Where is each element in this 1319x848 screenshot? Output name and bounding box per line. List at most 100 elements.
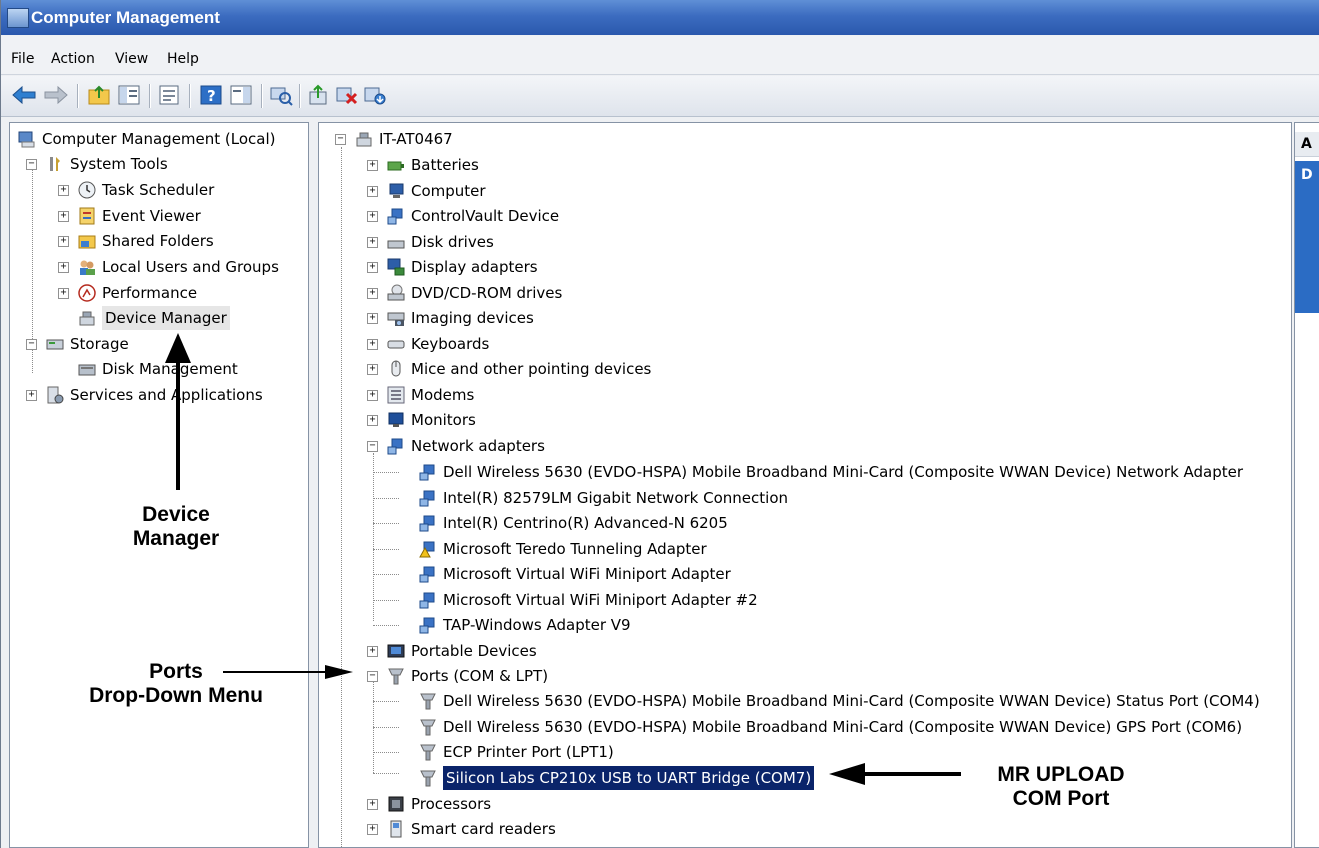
- uninstall-icon[interactable]: [335, 84, 359, 106]
- mr-upload-arrow-line: [863, 772, 961, 776]
- computer-management-icon: [18, 131, 35, 148]
- menu-help[interactable]: Help: [167, 51, 199, 67]
- tree-label: Device Manager: [102, 306, 230, 330]
- keyboard-icon: [387, 340, 405, 349]
- expand-toggle[interactable]: +: [58, 211, 69, 222]
- collapse-toggle[interactable]: −: [26, 339, 37, 350]
- tree-label: Mice and other pointing devices: [411, 360, 652, 378]
- back-icon[interactable]: [11, 84, 37, 106]
- dvd-drive-icon: [387, 284, 405, 301]
- mr-upload-arrowhead: [829, 763, 865, 785]
- tree-label: DVD/CD-ROM drives: [411, 284, 563, 302]
- show-hide-tree-icon[interactable]: [117, 84, 141, 106]
- network-adapter-icon: [419, 566, 435, 583]
- expand-toggle[interactable]: +: [58, 288, 69, 299]
- tree-label: Computer Management (Local): [42, 130, 276, 148]
- device-tree-pane: − IT-AT0467 + Batteries + Computer + Con…: [318, 122, 1292, 848]
- title-bar[interactable]: Computer Management: [1, 0, 1319, 35]
- expand-toggle[interactable]: +: [367, 262, 378, 273]
- tree-label: Modems: [411, 386, 475, 404]
- expand-toggle[interactable]: +: [367, 339, 378, 350]
- expand-toggle[interactable]: +: [367, 824, 378, 835]
- tree-label: Dell Wireless 5630 (EVDO-HSPA) Mobile Br…: [443, 463, 1244, 481]
- collapse-toggle[interactable]: −: [26, 159, 37, 170]
- tree-label: Silicon Labs CP210x USB to UART Bridge (…: [441, 765, 816, 791]
- callout-line: MR UPLOAD: [997, 763, 1125, 786]
- scan-hardware-icon[interactable]: [269, 84, 293, 106]
- enable-device-icon[interactable]: [363, 84, 387, 106]
- warning-network-adapter-icon: [419, 541, 435, 558]
- event-log-icon: [79, 207, 95, 225]
- tree-label: Shared Folders: [102, 232, 214, 250]
- expand-toggle[interactable]: +: [367, 364, 378, 375]
- callout-line: COM Port: [1012, 787, 1110, 810]
- menu-bar: File Action View Help: [1, 36, 1319, 75]
- expand-toggle[interactable]: +: [367, 313, 378, 324]
- users-icon: [80, 260, 95, 275]
- display-adapter-icon: [387, 258, 405, 276]
- tree-label: System Tools: [70, 155, 168, 173]
- tree-label: Local Users and Groups: [102, 258, 279, 276]
- disk-icon: [78, 364, 96, 376]
- callout-line: Drop-Down Menu: [89, 684, 263, 707]
- expand-toggle[interactable]: +: [26, 390, 37, 401]
- expand-toggle[interactable]: +: [367, 186, 378, 197]
- expand-toggle[interactable]: +: [367, 390, 378, 401]
- menu-file[interactable]: File: [11, 51, 34, 67]
- clock-icon: [78, 181, 96, 199]
- ports-arrowhead: [325, 665, 353, 679]
- show-hide-action-icon[interactable]: [229, 84, 253, 106]
- tree-label: Portable Devices: [411, 642, 537, 660]
- up-folder-icon[interactable]: [87, 84, 111, 106]
- expand-toggle[interactable]: +: [367, 415, 378, 426]
- tree-label: ECP Printer Port (LPT1): [443, 743, 614, 761]
- toolbar: ?: [1, 76, 1319, 117]
- menu-view[interactable]: View: [115, 51, 148, 67]
- computer-icon: [389, 183, 404, 198]
- port-connector-icon: [420, 770, 436, 787]
- expand-toggle[interactable]: +: [367, 646, 378, 657]
- tree-label: Dell Wireless 5630 (EVDO-HSPA) Mobile Br…: [443, 692, 1260, 710]
- collapse-toggle[interactable]: −: [335, 134, 346, 145]
- expand-toggle[interactable]: +: [367, 799, 378, 810]
- expand-toggle[interactable]: +: [367, 288, 378, 299]
- tree-label: Monitors: [411, 411, 476, 429]
- tree-label: Dell Wireless 5630 (EVDO-HSPA) Mobile Br…: [443, 718, 1243, 736]
- shared-folder-icon: [78, 235, 96, 249]
- svg-text:?: ?: [207, 87, 216, 105]
- processor-icon: [388, 796, 404, 812]
- actions-selected-item[interactable]: D: [1295, 161, 1319, 313]
- services-icon: [47, 386, 64, 404]
- help-icon[interactable]: ?: [199, 84, 223, 106]
- computer-management-window: Computer Management File Action View Hel…: [0, 0, 1319, 848]
- network-adapter-icon: [419, 617, 435, 634]
- expand-toggle[interactable]: +: [58, 262, 69, 273]
- properties-icon[interactable]: [157, 84, 181, 106]
- tree-label: Processors: [411, 795, 492, 813]
- update-driver-icon[interactable]: [307, 84, 331, 106]
- tree-label: Smart card readers: [411, 820, 556, 838]
- expand-toggle[interactable]: +: [367, 211, 378, 222]
- network-device-icon: [387, 208, 403, 225]
- expand-toggle[interactable]: +: [367, 237, 378, 248]
- port-connector-icon: [420, 719, 436, 736]
- tree-label: TAP-Windows Adapter V9: [443, 616, 631, 634]
- tree-label: Microsoft Virtual WiFi Miniport Adapter …: [443, 591, 758, 609]
- ports-collapse-toggle[interactable]: −: [367, 671, 378, 682]
- expand-toggle[interactable]: +: [58, 185, 69, 196]
- network-adapter-icon: [419, 515, 435, 532]
- callout-line: Manager: [132, 527, 220, 550]
- tree-label: Ports (COM & LPT): [411, 667, 549, 685]
- expand-toggle[interactable]: +: [367, 160, 378, 171]
- collapse-toggle[interactable]: −: [367, 441, 378, 452]
- device-manager-callout: Device Manager: [96, 503, 256, 551]
- portable-device-icon: [387, 644, 405, 658]
- actions-header: A: [1295, 132, 1319, 157]
- port-connector-icon: [388, 668, 404, 685]
- expand-toggle[interactable]: +: [58, 236, 69, 247]
- menu-action[interactable]: Action: [51, 51, 95, 67]
- monitor-icon: [388, 412, 404, 427]
- mr-upload-callout: MR UPLOAD COM Port: [961, 763, 1161, 811]
- forward-icon[interactable]: [43, 84, 69, 106]
- performance-icon: [78, 284, 96, 302]
